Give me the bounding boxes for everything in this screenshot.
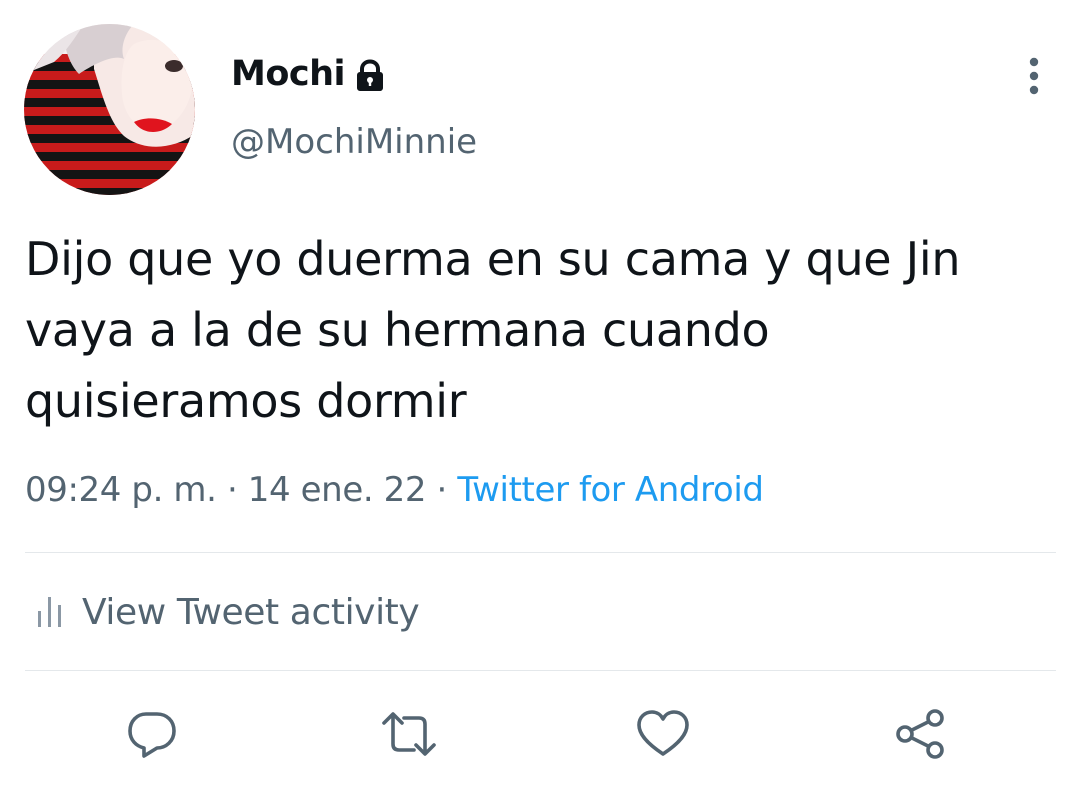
- more-vertical-icon: [1029, 57, 1039, 95]
- view-tweet-activity-label: View Tweet activity: [82, 591, 420, 633]
- divider: [25, 552, 1056, 553]
- tweet-text: Dijo que yo duerma en su cama y que Jin …: [25, 232, 961, 428]
- view-tweet-activity-button[interactable]: View Tweet activity: [36, 586, 420, 638]
- like-button[interactable]: [635, 706, 691, 762]
- divider: [25, 670, 1056, 671]
- more-options-button[interactable]: [1012, 52, 1056, 100]
- reply-button[interactable]: [124, 706, 180, 762]
- share-icon: [896, 709, 944, 759]
- avatar[interactable]: [24, 24, 195, 195]
- tweet-meta: 09:24 p. m. · 14 ene. 22 · Twitter for A…: [25, 470, 764, 510]
- display-name[interactable]: Mochi: [231, 54, 346, 94]
- tweet-date[interactable]: 14 ene. 22: [248, 470, 427, 510]
- tweet-source-link[interactable]: Twitter for Android: [457, 470, 764, 510]
- reply-icon: [128, 712, 176, 758]
- share-button[interactable]: [892, 706, 948, 762]
- bar-chart-icon: [38, 597, 61, 627]
- user-handle[interactable]: @MochiMinnie: [231, 122, 477, 162]
- heart-icon: [637, 710, 689, 756]
- meta-separator: ·: [226, 470, 238, 510]
- retweet-icon: [382, 712, 436, 756]
- lock-icon: [352, 58, 388, 94]
- tweet-time[interactable]: 09:24 p. m.: [25, 470, 217, 510]
- profile-photo: [24, 24, 195, 195]
- retweet-button[interactable]: [381, 706, 437, 762]
- meta-separator: ·: [436, 470, 448, 510]
